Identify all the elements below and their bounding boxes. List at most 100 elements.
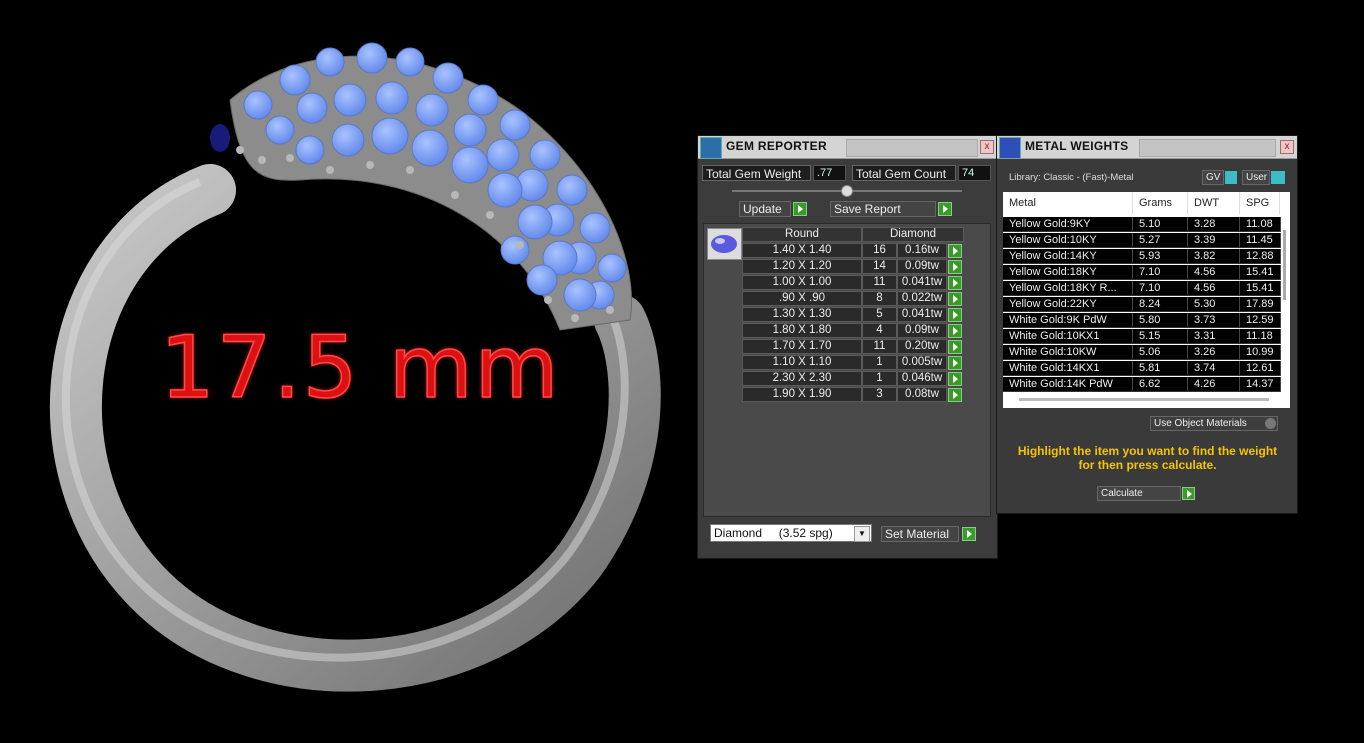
select-gem-row-icon[interactable]	[948, 260, 962, 274]
gem-count-cell[interactable]: 1	[862, 371, 897, 386]
select-gem-row-icon[interactable]	[948, 372, 962, 386]
gem-weight-cell[interactable]: 0.09tw	[897, 259, 947, 274]
metal-dwt-cell[interactable]: 4.56	[1188, 265, 1240, 280]
metal-spg-cell[interactable]: 12.88	[1240, 249, 1281, 264]
metal-spg-cell[interactable]: 14.37	[1240, 377, 1281, 392]
grams-column-header[interactable]: Grams	[1133, 192, 1188, 214]
metal-dwt-cell[interactable]: 3.39	[1188, 233, 1240, 248]
material-select[interactable]: Diamond (3.52 spg) ▼	[710, 524, 872, 542]
metal-grams-cell[interactable]: 5.27	[1133, 233, 1188, 248]
select-gem-row-icon[interactable]	[948, 244, 962, 258]
calculate-go-icon[interactable]	[1182, 487, 1195, 500]
metal-grams-cell[interactable]: 7.10	[1133, 281, 1188, 296]
gv-toggle-indicator-icon[interactable]	[1225, 171, 1237, 184]
gem-weight-cell[interactable]: 0.022tw	[897, 291, 947, 306]
select-gem-row-icon[interactable]	[948, 324, 962, 338]
select-gem-row-icon[interactable]	[948, 292, 962, 306]
metal-dwt-cell[interactable]: 5.30	[1188, 297, 1240, 312]
metal-spg-cell[interactable]: 15.41	[1240, 265, 1281, 280]
vertical-scrollbar[interactable]	[1281, 214, 1290, 408]
gv-toggle[interactable]: GV	[1202, 170, 1224, 185]
metal-grams-cell[interactable]: 5.81	[1133, 361, 1188, 376]
gem-count-cell[interactable]: 11	[862, 275, 897, 290]
gem-weight-cell[interactable]: 0.08tw	[897, 387, 947, 402]
metal-spg-cell[interactable]: 12.61	[1240, 361, 1281, 376]
gem-weight-cell[interactable]: 0.09tw	[897, 323, 947, 338]
metal-spg-cell[interactable]: 12.59	[1240, 313, 1281, 328]
metal-spg-cell[interactable]: 11.45	[1240, 233, 1281, 248]
metal-dwt-cell[interactable]: 3.26	[1188, 345, 1240, 360]
metal-name-cell[interactable]: Yellow Gold:9KY	[1003, 217, 1133, 232]
update-go-icon[interactable]	[793, 202, 807, 216]
metal-dwt-cell[interactable]: 3.82	[1188, 249, 1240, 264]
gem-count-cell[interactable]: 1	[862, 355, 897, 370]
gem-size-cell[interactable]: 1.40 X 1.40	[742, 243, 862, 258]
horizontal-scrollbar[interactable]	[1019, 398, 1269, 401]
metal-grams-cell[interactable]: 5.80	[1133, 313, 1188, 328]
metal-spg-cell[interactable]: 17.89	[1240, 297, 1281, 312]
metal-name-cell[interactable]: Yellow Gold:14KY	[1003, 249, 1133, 264]
close-icon[interactable]: x	[980, 140, 994, 154]
metal-spg-cell[interactable]: 11.08	[1240, 217, 1281, 232]
metal-grams-cell[interactable]: 5.06	[1133, 345, 1188, 360]
use-object-materials-toggle[interactable]: Use Object Materials	[1150, 416, 1278, 431]
metal-dwt-cell[interactable]: 4.26	[1188, 377, 1240, 392]
select-gem-row-icon[interactable]	[948, 276, 962, 290]
user-toggle-indicator-icon[interactable]	[1271, 171, 1285, 184]
calculate-button[interactable]: Calculate	[1097, 486, 1181, 501]
gem-weight-cell[interactable]: 0.16tw	[897, 243, 947, 258]
gem-size-cell[interactable]: 1.20 X 1.20	[742, 259, 862, 274]
splitter-handle-icon[interactable]	[841, 185, 853, 197]
gem-count-cell[interactable]: 3	[862, 387, 897, 402]
user-toggle[interactable]: User	[1242, 170, 1270, 185]
gem-weight-cell[interactable]: 0.005tw	[897, 355, 947, 370]
metal-column-header[interactable]: Metal	[1003, 192, 1133, 214]
metal-name-cell[interactable]: Yellow Gold:18KY R...	[1003, 281, 1133, 296]
select-gem-row-icon[interactable]	[948, 356, 962, 370]
metal-dwt-cell[interactable]: 3.28	[1188, 217, 1240, 232]
metal-grams-cell[interactable]: 5.93	[1133, 249, 1188, 264]
chevron-down-icon[interactable]: ▼	[854, 526, 870, 542]
metal-name-cell[interactable]: Yellow Gold:10KY	[1003, 233, 1133, 248]
metal-grams-cell[interactable]: 5.10	[1133, 217, 1188, 232]
use-object-materials-indicator-icon[interactable]	[1265, 418, 1276, 429]
gem-count-cell[interactable]: 5	[862, 307, 897, 322]
metal-dwt-cell[interactable]: 4.56	[1188, 281, 1240, 296]
gem-weight-cell[interactable]: 0.041tw	[897, 307, 947, 322]
gem-size-cell[interactable]: 1.80 X 1.80	[742, 323, 862, 338]
gem-size-cell[interactable]: 1.70 X 1.70	[742, 339, 862, 354]
gem-size-cell[interactable]: 1.90 X 1.90	[742, 387, 862, 402]
metal-grams-cell[interactable]: 7.10	[1133, 265, 1188, 280]
select-gem-row-icon[interactable]	[948, 340, 962, 354]
dwt-column-header[interactable]: DWT	[1188, 192, 1240, 214]
metal-dwt-cell[interactable]: 3.73	[1188, 313, 1240, 328]
gem-count-cell[interactable]: 4	[862, 323, 897, 338]
metal-name-cell[interactable]: White Gold:10KX1	[1003, 329, 1133, 344]
metal-name-cell[interactable]: Yellow Gold:22KY	[1003, 297, 1133, 312]
gem-count-cell[interactable]: 14	[862, 259, 897, 274]
select-gem-row-icon[interactable]	[948, 388, 962, 402]
gem-count-cell[interactable]: 16	[862, 243, 897, 258]
metal-grams-cell[interactable]: 5.15	[1133, 329, 1188, 344]
gem-size-cell[interactable]: 1.00 X 1.00	[742, 275, 862, 290]
metal-spg-cell[interactable]: 10.99	[1240, 345, 1281, 360]
set-material-button[interactable]: Set Material	[881, 526, 959, 542]
gem-size-cell[interactable]: 1.30 X 1.30	[742, 307, 862, 322]
metal-spg-cell[interactable]: 11.18	[1240, 329, 1281, 344]
metal-grams-cell[interactable]: 6.62	[1133, 377, 1188, 392]
metal-name-cell[interactable]: White Gold:14K PdW	[1003, 377, 1133, 392]
gem-size-cell[interactable]: 1.10 X 1.10	[742, 355, 862, 370]
metal-dwt-cell[interactable]: 3.31	[1188, 329, 1240, 344]
select-gem-row-icon[interactable]	[948, 308, 962, 322]
gem-weight-cell[interactable]: 0.20tw	[897, 339, 947, 354]
gem-count-cell[interactable]: 11	[862, 339, 897, 354]
close-icon[interactable]: x	[1280, 140, 1294, 154]
metal-dwt-cell[interactable]: 3.74	[1188, 361, 1240, 376]
metal-name-cell[interactable]: Yellow Gold:18KY	[1003, 265, 1133, 280]
gem-size-cell[interactable]: 2.30 X 2.30	[742, 371, 862, 386]
metal-name-cell[interactable]: White Gold:9K PdW	[1003, 313, 1133, 328]
update-button[interactable]: Update	[739, 201, 791, 217]
metal-weights-titlebar[interactable]: METAL WEIGHTS x	[997, 136, 1297, 159]
metal-name-cell[interactable]: White Gold:14KX1	[1003, 361, 1133, 376]
metal-spg-cell[interactable]: 15.41	[1240, 281, 1281, 296]
